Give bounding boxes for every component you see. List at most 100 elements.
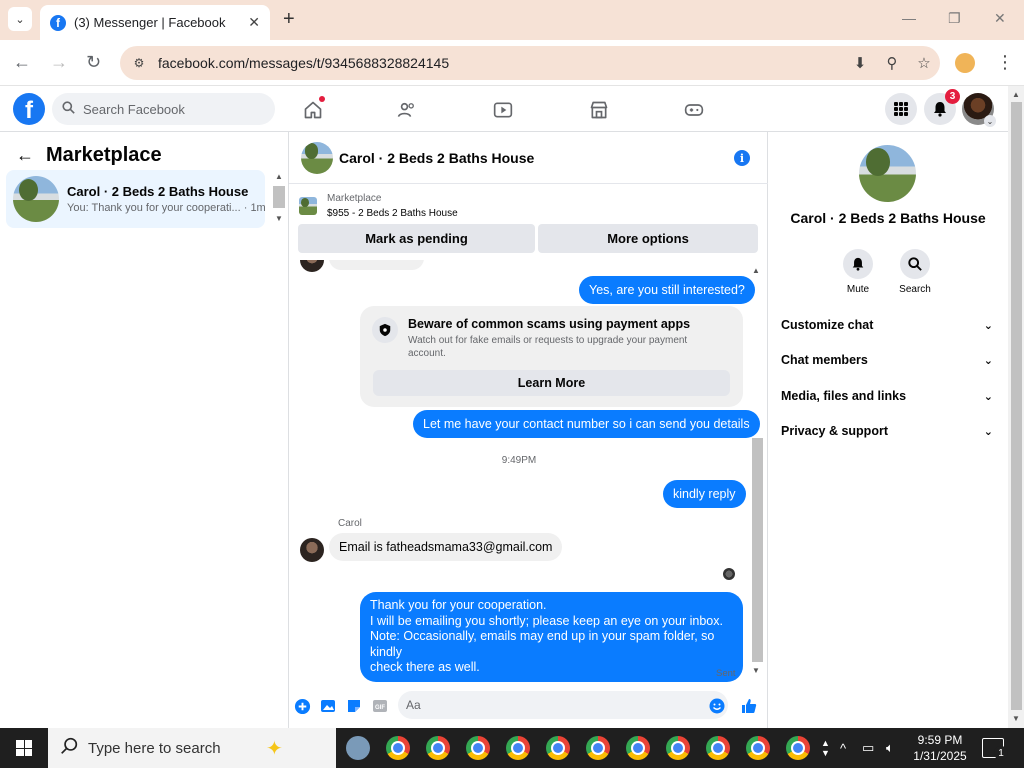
account-chevron-icon[interactable]: ⌄ — [984, 115, 996, 127]
chrome-icon[interactable] — [466, 736, 490, 760]
back-arrow-icon[interactable]: ← — [13, 52, 31, 73]
address-bar[interactable]: ⚙ facebook.com/messages/t/93456883288241… — [120, 46, 940, 80]
browser-menu-icon[interactable]: ⋮ — [996, 52, 1014, 73]
chrome-icon[interactable] — [586, 736, 610, 760]
message-list-scrollbar[interactable]: ▲ ▼ — [749, 262, 765, 682]
volume-icon[interactable]: 🔈︎ — [886, 728, 894, 768]
panel-title: Marketplace — [46, 144, 162, 166]
gaming-icon[interactable] — [682, 98, 706, 122]
scrollbar-thumb[interactable] — [1011, 102, 1022, 710]
customize-chat-row[interactable]: Customize chat ⌄ — [781, 314, 993, 336]
chrome-icon[interactable] — [706, 736, 730, 760]
browser-toolbar: ← → ↻ ⚙ facebook.com/messages/t/93456883… — [0, 40, 1024, 86]
window-minimize-icon[interactable]: — — [902, 10, 916, 26]
message-list: Yes, are you still interested? Beware of… — [289, 260, 768, 683]
message-composer[interactable] — [398, 691, 728, 719]
chrome-icon[interactable] — [386, 736, 410, 760]
facebook-search[interactable] — [52, 93, 275, 125]
chrome-icon[interactable] — [426, 736, 450, 760]
taskbar-overflow-arrows-icon[interactable]: ▲ ▼ — [821, 728, 830, 768]
zoom-icon[interactable]: ⚲ — [876, 54, 908, 72]
info-icon[interactable]: i — [734, 150, 750, 166]
window-restore-icon[interactable]: ❐ — [948, 10, 961, 27]
chat-members-row[interactable]: Chat members ⌄ — [781, 349, 993, 371]
browser-tabstrip: ⌄ f (3) Messenger | Facebook ✕ + — ❐ ✕ — [0, 0, 1024, 40]
privacy-support-row[interactable]: Privacy & support ⌄ — [781, 420, 993, 442]
scrollbar-thumb[interactable] — [273, 186, 285, 208]
tab-search-chevron-icon[interactable]: ⌄ — [8, 7, 32, 31]
seen-avatar-icon — [723, 568, 735, 580]
windows-taskbar: Type here to search ✦ ▲ ▼ ^ ▭ 🔈︎ 9:59 PM … — [0, 728, 1024, 768]
search-icon[interactable] — [900, 249, 930, 279]
chrome-icon[interactable] — [746, 736, 770, 760]
forward-arrow-icon[interactable]: → — [50, 52, 68, 73]
snipping-tool-icon[interactable] — [346, 736, 370, 760]
scroll-up-icon[interactable]: ▲ — [752, 266, 760, 275]
conversation-list-scrollbar[interactable]: ▲ ▼ — [271, 172, 287, 224]
chat-thumbnail[interactable] — [301, 141, 333, 174]
chrome-icon[interactable] — [506, 736, 530, 760]
page-scrollbar[interactable]: ▲ ▼ — [1008, 86, 1024, 728]
media-files-links-row[interactable]: Media, files and links ⌄ — [781, 385, 993, 407]
message-input[interactable] — [406, 698, 696, 712]
site-settings-icon[interactable]: ⚙ — [130, 54, 148, 72]
taskbar-search-text[interactable]: Type here to search — [88, 740, 221, 757]
browser-tab-messenger[interactable]: f (3) Messenger | Facebook ✕ — [40, 5, 270, 40]
carol-avatar[interactable] — [300, 538, 324, 562]
show-hidden-icons-icon[interactable]: ^ — [840, 728, 846, 768]
add-plus-icon[interactable] — [293, 697, 311, 715]
chrome-icon[interactable] — [626, 736, 650, 760]
video-icon[interactable] — [491, 98, 515, 122]
scroll-down-icon[interactable]: ▼ — [1012, 714, 1020, 723]
system-clock[interactable]: 9:59 PM 1/31/2025 — [908, 732, 972, 764]
conversation-snippet: You: Thank you for your cooperati... · 1… — [67, 202, 266, 214]
tab-close-icon[interactable]: ✕ — [248, 14, 260, 31]
menu-grid-icon[interactable] — [885, 93, 917, 125]
chat-info-panel: Carol · 2 Beds 2 Baths House Mute Search… — [768, 132, 1008, 728]
back-arrow-icon[interactable]: ← — [16, 145, 34, 166]
start-button[interactable] — [0, 728, 48, 768]
reload-icon[interactable]: ↻ — [86, 52, 101, 73]
message-line: Note: Occasionally, emails may end up in… — [370, 629, 715, 659]
message-bubble-outgoing: kindly reply — [663, 480, 746, 508]
chrome-icon[interactable] — [666, 736, 690, 760]
bookmark-star-icon[interactable]: ☆ — [908, 54, 940, 72]
section-label: Media, files and links — [781, 389, 907, 403]
listing-banner[interactable]: Marketplace $955 - 2 Beds 2 Baths House — [289, 184, 768, 228]
facebook-logo-icon[interactable]: f — [13, 93, 45, 125]
thumbs-up-icon[interactable] — [740, 697, 758, 715]
emoji-icon[interactable] — [708, 697, 726, 715]
shield-icon — [372, 317, 398, 343]
chat-title[interactable]: Carol · 2 Beds 2 Baths House — [339, 150, 534, 166]
address-url[interactable]: facebook.com/messages/t/9345688328824145 — [158, 55, 844, 71]
scroll-up-icon[interactable]: ▲ — [275, 172, 283, 181]
bell-icon[interactable] — [843, 249, 873, 279]
scroll-down-icon[interactable]: ▼ — [752, 666, 760, 675]
search-action[interactable]: Search — [895, 249, 935, 295]
sticker-icon[interactable] — [345, 697, 363, 715]
chrome-icon[interactable] — [786, 736, 810, 760]
mark-as-pending-button[interactable]: Mark as pending — [298, 224, 535, 253]
network-icon[interactable]: ▭ — [862, 728, 874, 768]
facebook-search-input[interactable] — [83, 101, 263, 117]
conversation-item[interactable]: Carol · 2 Beds 2 Baths House You: Thank … — [6, 170, 266, 228]
marketplace-icon[interactable] — [587, 98, 611, 122]
chrome-icon[interactable] — [546, 736, 570, 760]
more-options-button[interactable]: More options — [538, 224, 758, 253]
browser-profile-icon[interactable] — [955, 53, 975, 73]
gif-icon[interactable]: GIF — [371, 697, 389, 715]
window-close-icon[interactable]: ✕ — [994, 10, 1006, 27]
attach-image-icon[interactable] — [319, 697, 337, 715]
mute-action[interactable]: Mute — [838, 249, 878, 295]
learn-more-button[interactable]: Learn More — [373, 370, 730, 396]
scam-warning-title: Beware of common scams using payment app… — [408, 317, 691, 331]
friends-icon[interactable] — [395, 98, 419, 122]
install-app-icon[interactable]: ⬇ — [844, 54, 876, 72]
scroll-up-icon[interactable]: ▲ — [1012, 90, 1020, 99]
chevron-down-icon: ⌄ — [983, 319, 993, 332]
scrollbar-thumb[interactable] — [752, 438, 763, 662]
chat-profile-image[interactable] — [859, 145, 916, 202]
taskbar-search[interactable]: Type here to search ✦ — [48, 728, 336, 768]
scroll-down-icon[interactable]: ▼ — [275, 214, 283, 223]
new-tab-plus-icon[interactable]: + — [283, 8, 295, 31]
